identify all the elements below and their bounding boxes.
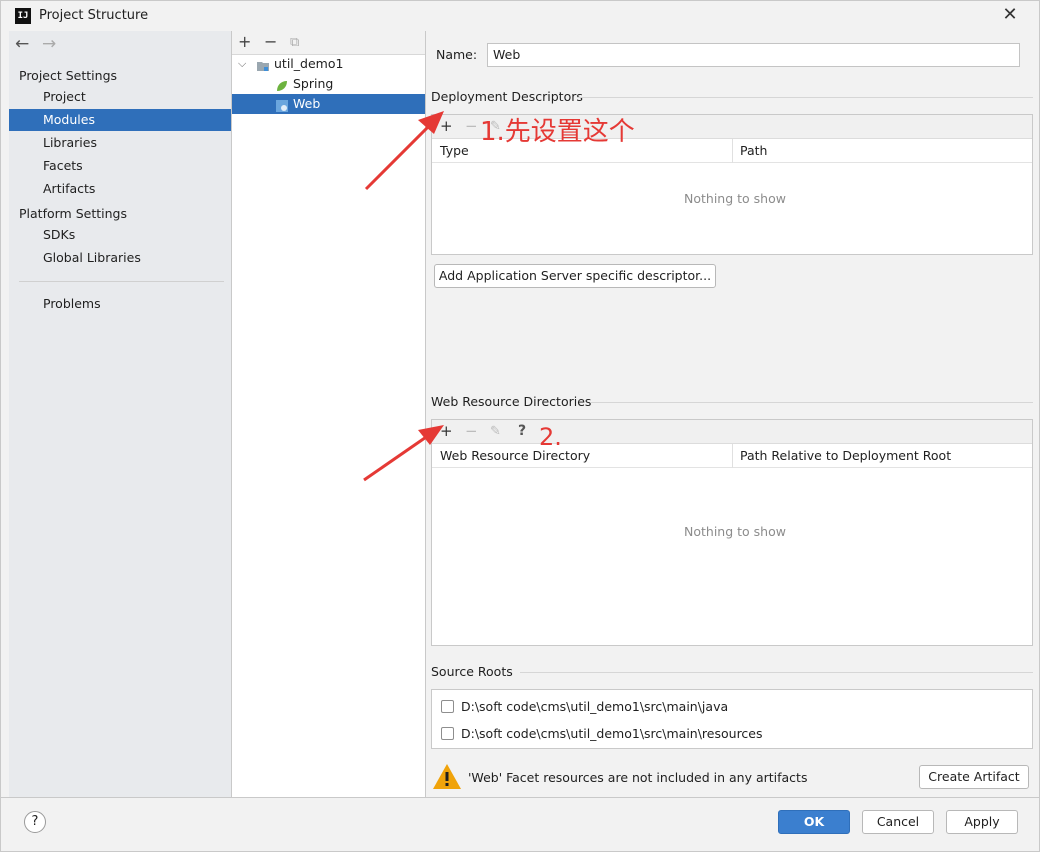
source-root-path: D:\soft code\cms\util_demo1\src\main\res…: [461, 726, 763, 741]
tree-label-spring: Spring: [293, 76, 334, 91]
window-title: Project Structure: [39, 8, 149, 23]
add-server-descriptor-button[interactable]: Add Application Server specific descript…: [434, 264, 716, 288]
sidebar-item-project[interactable]: Project: [9, 86, 231, 108]
sidebar-item-facets[interactable]: Facets: [9, 155, 231, 177]
sidebar-item-problems[interactable]: Problems: [9, 293, 231, 315]
column-divider: [732, 139, 733, 163]
web-resource-directories-table: + − ✎ ? Web Resource Directory Path Rela…: [431, 419, 1033, 646]
apply-button[interactable]: Apply: [946, 810, 1018, 834]
sidebar-item-modules[interactable]: Modules: [9, 109, 231, 131]
column-header-path[interactable]: Path: [732, 139, 1032, 163]
group-divider: [590, 402, 1033, 403]
annotation-step-2: 2.: [539, 423, 562, 451]
sidebar-item-libraries[interactable]: Libraries: [9, 132, 231, 154]
empty-message: Nothing to show: [684, 524, 786, 539]
deployment-descriptors-title: Deployment Descriptors: [431, 89, 583, 104]
remove-icon[interactable]: −: [465, 119, 478, 134]
back-arrow-icon[interactable]: ←: [15, 34, 29, 54]
name-label: Name:: [436, 47, 478, 62]
help-button[interactable]: ?: [24, 811, 46, 833]
warning-message: 'Web' Facet resources are not included i…: [468, 770, 808, 785]
source-root-path: D:\soft code\cms\util_demo1\src\main\jav…: [461, 699, 729, 714]
title-bar: IJ Project Structure ✕: [1, 1, 1039, 31]
source-root-checkbox[interactable]: [441, 700, 454, 713]
sidebar-item-artifacts[interactable]: Artifacts: [9, 178, 231, 200]
remove-icon[interactable]: −: [465, 424, 478, 439]
chevron-down-icon[interactable]: ⌵: [238, 54, 246, 74]
edit-pencil-icon[interactable]: ✎: [490, 424, 501, 439]
copy-icon[interactable]: ⧉: [290, 35, 299, 51]
settings-sidebar: ← → Project Settings Project Modules Lib…: [9, 31, 231, 797]
column-header-path-relative[interactable]: Path Relative to Deployment Root: [732, 444, 1032, 468]
project-structure-dialog: IJ Project Structure ✕ ← → Project Setti…: [0, 0, 1040, 852]
spring-leaf-icon: [276, 78, 288, 91]
annotation-step-1: 1.先设置这个: [480, 117, 635, 147]
remove-icon[interactable]: −: [264, 34, 277, 50]
sidebar-divider: [19, 281, 224, 282]
close-icon[interactable]: ✕: [999, 4, 1021, 26]
project-settings-header: Project Settings: [19, 68, 118, 83]
warning-icon: [432, 763, 462, 790]
add-icon[interactable]: +: [238, 34, 251, 50]
source-roots-title: Source Roots: [431, 664, 513, 679]
module-name: util_demo1: [274, 56, 344, 71]
web-facet-icon: [276, 98, 288, 112]
tree-toolbar: + − ⧉: [232, 31, 425, 55]
column-header-web-resource-directory[interactable]: Web Resource Directory: [432, 444, 732, 468]
source-root-checkbox[interactable]: [441, 727, 454, 740]
create-artifact-button[interactable]: Create Artifact: [919, 765, 1029, 789]
tree-node-spring[interactable]: Spring: [232, 74, 425, 94]
tree-node-module[interactable]: ⌵ util_demo1: [232, 54, 425, 74]
web-resources-toolbar: + − ✎ ?: [432, 420, 1032, 444]
module-folder-icon: [257, 58, 269, 71]
web-resource-directories-title: Web Resource Directories: [431, 394, 592, 409]
annotation-arrow-1: [364, 111, 444, 191]
forward-arrow-icon[interactable]: →: [42, 34, 56, 54]
name-field[interactable]: Web: [487, 43, 1020, 67]
source-roots-list: D:\soft code\cms\util_demo1\src\main\jav…: [431, 689, 1033, 749]
group-divider: [520, 672, 1033, 673]
group-divider: [578, 97, 1033, 98]
platform-settings-header: Platform Settings: [19, 206, 127, 221]
empty-message: Nothing to show: [684, 191, 786, 206]
column-divider: [732, 444, 733, 468]
sidebar-item-global-libraries[interactable]: Global Libraries: [9, 247, 231, 269]
sidebar-item-sdks[interactable]: SDKs: [9, 224, 231, 246]
help-icon[interactable]: ?: [518, 424, 526, 439]
ok-button[interactable]: OK: [778, 810, 850, 834]
tree-label-web: Web: [293, 96, 321, 111]
footer-divider: [1, 797, 1039, 798]
annotation-arrow-2: [363, 425, 444, 482]
intellij-logo-icon: IJ: [15, 8, 31, 24]
cancel-button[interactable]: Cancel: [862, 810, 934, 834]
